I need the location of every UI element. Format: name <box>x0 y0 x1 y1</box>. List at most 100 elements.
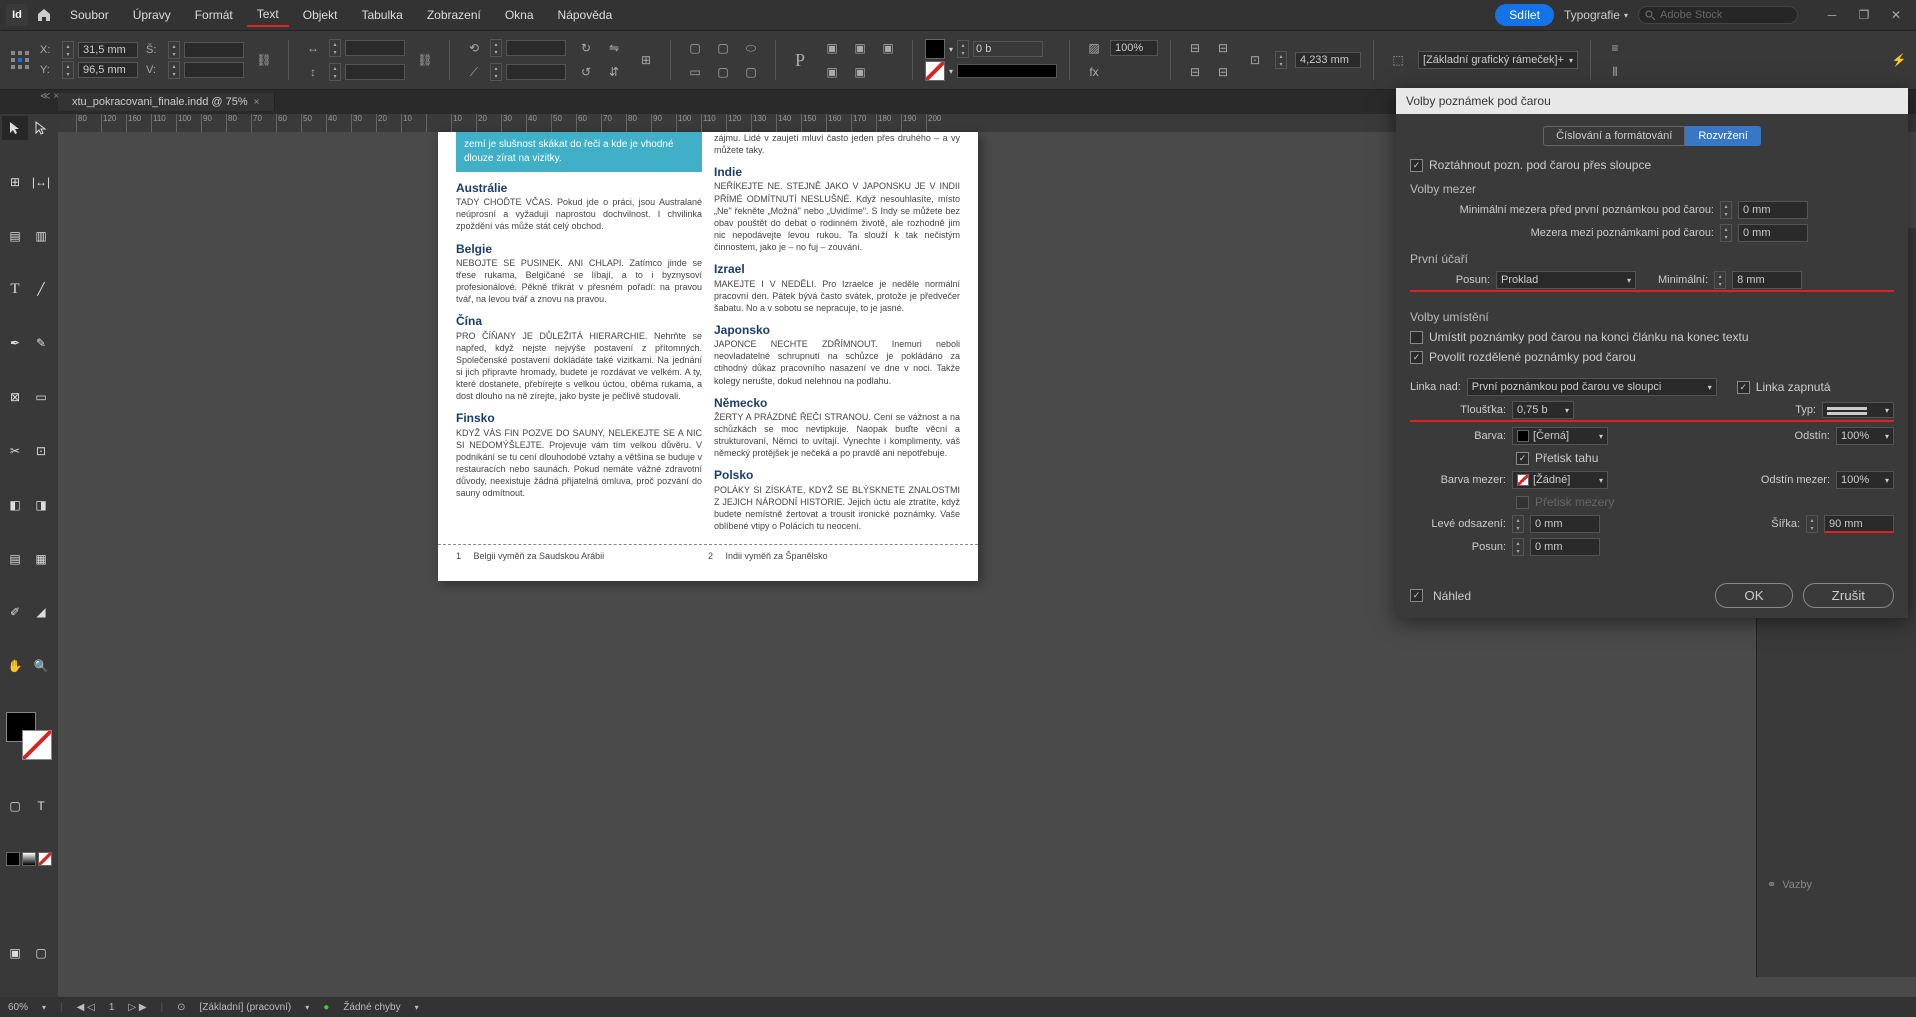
wrap-none-icon[interactable]: ▣ <box>820 37 844 59</box>
align-left-icon[interactable]: ⊟ <box>1183 37 1207 59</box>
direct-selection-tool-icon[interactable] <box>28 116 54 140</box>
stroke-style-select[interactable] <box>957 64 1057 78</box>
pencil-tool-icon[interactable]: ✎ <box>28 331 54 355</box>
overprint-stroke-checkbox[interactable] <box>1516 452 1529 465</box>
left-indent-input[interactable] <box>1530 515 1600 533</box>
menu-window[interactable]: Okna <box>495 4 544 26</box>
opacity-icon[interactable]: ▨ <box>1082 37 1106 59</box>
corner-icon[interactable]: ⬚ <box>1386 49 1410 71</box>
space-between-input[interactable] <box>1738 224 1808 242</box>
tab-layout[interactable]: Rozvržení <box>1685 126 1761 146</box>
text-format-icon[interactable]: T <box>28 794 54 818</box>
page-number[interactable]: 1 <box>109 1002 115 1013</box>
w-input[interactable] <box>184 42 244 58</box>
x-input[interactable] <box>78 42 138 58</box>
workspace-switcher[interactable]: Typografie ▾ <box>1564 8 1628 22</box>
flip-h-icon[interactable]: ⇋ <box>602 37 626 59</box>
type-select[interactable]: ▾ <box>1822 402 1894 418</box>
menu-layout[interactable]: Formát <box>185 4 243 26</box>
rectangle-tool-icon[interactable]: ▭ <box>28 385 54 409</box>
menu-text[interactable]: Text <box>247 3 289 27</box>
menu-edit[interactable]: Úpravy <box>123 4 181 26</box>
offset-select[interactable]: Proklad▾ <box>1496 271 1636 289</box>
line-tool-icon[interactable]: ╱ <box>28 277 54 301</box>
link-scale-icon[interactable]: ⛓ <box>413 49 437 71</box>
style-status[interactable]: [Základní] (pracovní) <box>200 1002 292 1013</box>
menu-table[interactable]: Tabulka <box>351 4 412 26</box>
align-panel-icon[interactable]: ≡ <box>1603 37 1627 59</box>
stroke-weight-input[interactable] <box>973 41 1043 57</box>
zoom-level[interactable]: 60% <box>8 1002 28 1013</box>
link-wh-icon[interactable]: ⛓ <box>252 49 276 71</box>
tab-numbering[interactable]: Číslování a formátování <box>1543 126 1685 146</box>
color-select[interactable]: [Černá]▾ <box>1512 427 1608 445</box>
fill-swatch[interactable] <box>925 39 945 59</box>
rotate-icon[interactable]: ⟲ <box>462 37 486 59</box>
window-maximize-icon[interactable]: ❐ <box>1850 5 1878 25</box>
minimal-input[interactable] <box>1732 271 1802 289</box>
flip-v-icon[interactable]: ⇵ <box>602 61 626 83</box>
offset-input[interactable] <box>1530 538 1600 556</box>
gap-input[interactable] <box>1295 52 1361 68</box>
free-transform-icon[interactable]: ⊡ <box>28 439 54 463</box>
h-input[interactable] <box>184 62 244 78</box>
close-tab-icon[interactable]: × <box>254 97 260 108</box>
content-collector-icon[interactable]: ▤ <box>2 224 28 248</box>
scalex-input[interactable] <box>345 40 405 56</box>
flash-icon[interactable]: ⚡ <box>1890 51 1908 69</box>
menu-help[interactable]: Nápověda <box>548 4 623 26</box>
opacity-input[interactable] <box>1110 40 1158 56</box>
rotate-ccw-icon[interactable]: ↺ <box>574 61 598 83</box>
clear-transform-icon[interactable]: ⊞ <box>634 49 658 71</box>
rectangle-frame-icon[interactable]: ⊠ <box>2 385 28 409</box>
scale-x-icon[interactable]: ↔ <box>301 37 325 59</box>
reference-point-icon[interactable] <box>8 49 32 71</box>
preview-checkbox[interactable] <box>1410 589 1423 602</box>
letter-p-icon[interactable]: P <box>788 49 812 71</box>
content-placer-icon[interactable]: ▥ <box>28 224 54 248</box>
window-minimize-icon[interactable]: ─ <box>1818 5 1846 25</box>
zoom-tool-icon[interactable]: 🔍 <box>28 654 54 678</box>
scissors-tool-icon[interactable]: ✂ <box>2 439 28 463</box>
rule-above-select[interactable]: První poznámkou pod čarou ve sloupci▾ <box>1467 378 1717 396</box>
shear-icon[interactable]: ⟋ <box>462 61 486 83</box>
menu-file[interactable]: Soubor <box>60 4 119 26</box>
hand-tool-icon[interactable]: ✋ <box>2 654 28 678</box>
pen-tool-icon[interactable]: ✒ <box>2 331 28 355</box>
container-format-icon[interactable]: ▢ <box>2 794 28 818</box>
links-panel-tab[interactable]: ⚭Vazby <box>1757 868 1916 901</box>
tint-select[interactable]: 100%▾ <box>1836 427 1894 445</box>
menu-object[interactable]: Objekt <box>293 4 348 26</box>
weight-select[interactable]: 0,75 b▾ <box>1512 401 1574 419</box>
color-theme-icon[interactable]: ▦ <box>28 547 54 571</box>
window-close-icon[interactable]: ✕ <box>1882 5 1910 25</box>
preflight-status[interactable]: Žádné chyby <box>343 1002 400 1013</box>
rule-on-checkbox[interactable] <box>1737 381 1750 394</box>
eyedropper-tool-icon[interactable]: ✐ <box>2 600 28 624</box>
width-input[interactable] <box>1824 515 1894 533</box>
type-tool-icon[interactable]: T <box>2 277 28 301</box>
home-icon[interactable] <box>32 3 56 27</box>
scale-y-icon[interactable]: ↕ <box>301 61 325 83</box>
scaley-input[interactable] <box>345 64 405 80</box>
selection-tool-icon[interactable] <box>2 116 28 140</box>
gap-color-select[interactable]: [Žádné]▾ <box>1512 471 1608 489</box>
fill-stroke-swatches[interactable] <box>6 712 52 760</box>
gap-tool-icon[interactable]: |↔| <box>28 170 54 194</box>
document-tab[interactable]: xtu_pokracovani_finale.indd @ 75%× <box>58 93 275 111</box>
min-space-before-input[interactable] <box>1738 201 1808 219</box>
auto-fit-icon[interactable]: ⊡ <box>1243 49 1267 71</box>
page-tool-icon[interactable]: ⊞ <box>2 170 28 194</box>
view-mode-preview-icon[interactable]: ▢ <box>28 941 54 965</box>
share-button[interactable]: Sdílet <box>1495 4 1554 26</box>
default-swatches[interactable] <box>6 852 52 896</box>
object-style-select[interactable]: [Základní grafický rámeček]+▾ <box>1418 51 1578 69</box>
gradient-feather-icon[interactable]: ◨ <box>28 493 54 517</box>
measure-tool-icon[interactable]: ◢ <box>28 600 54 624</box>
gap-tint-select[interactable]: 100%▾ <box>1836 471 1894 489</box>
ok-button[interactable]: OK <box>1715 583 1792 608</box>
stroke-swatch[interactable] <box>925 61 945 81</box>
y-input[interactable] <box>78 62 138 78</box>
allow-split-checkbox[interactable] <box>1410 351 1423 364</box>
view-mode-normal-icon[interactable]: ▣ <box>2 941 28 965</box>
